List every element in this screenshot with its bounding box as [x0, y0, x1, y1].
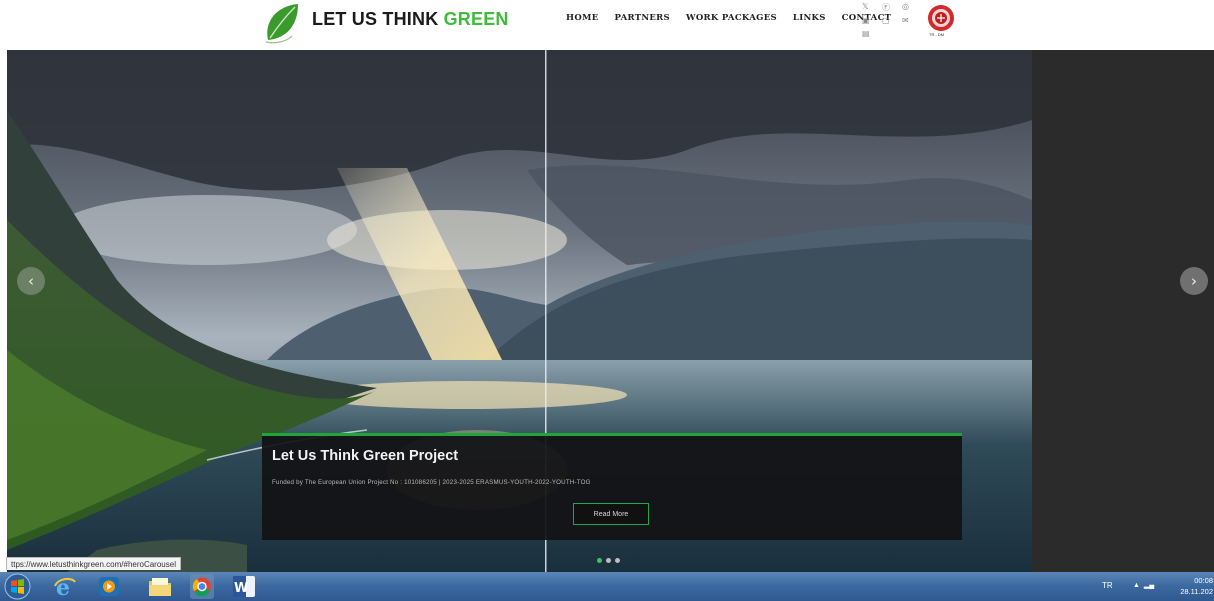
chevron-left-icon: ‹: [28, 272, 34, 290]
language-indicator[interactable]: TR: [1102, 581, 1113, 590]
twitter-icon[interactable]: 𝕏: [862, 2, 868, 11]
caption-text: Funded by The European Union Project No …: [272, 479, 591, 486]
nav-partners[interactable]: PARTNERS: [615, 13, 670, 23]
chrome-icon[interactable]: [189, 574, 215, 599]
carousel-dot-3[interactable]: [615, 558, 620, 563]
carousel-dot-2[interactable]: [606, 558, 611, 563]
nav-home[interactable]: HOME: [566, 13, 599, 23]
carousel-next-button[interactable]: ›: [1180, 267, 1208, 295]
youtube-icon[interactable]: ▤: [862, 29, 870, 38]
social-links: 𝕏 Ⓕ ◎ ▣ ▢ ✉ ▤: [858, 2, 918, 42]
media-player-icon[interactable]: [96, 574, 122, 599]
internet-explorer-icon[interactable]: e: [52, 574, 78, 599]
brand-text-green: GREEN: [443, 9, 509, 29]
chevron-right-icon: ›: [1191, 272, 1197, 290]
site-brand[interactable]: LET US THINK GREEN: [312, 9, 509, 30]
nav-links[interactable]: LINKS: [793, 13, 826, 23]
show-hidden-icons-icon[interactable]: ▲: [1133, 582, 1140, 589]
instagram-icon[interactable]: ◎: [902, 2, 909, 11]
hero-caption: Let Us Think Green Project Funded by The…: [262, 433, 962, 540]
site-header: LET US THINK GREEN HOME PARTNERS WORK PA…: [0, 0, 1214, 48]
file-explorer-icon[interactable]: [147, 574, 173, 599]
caption-title: Let Us Think Green Project: [272, 448, 459, 464]
windows-start-icon[interactable]: [4, 573, 31, 600]
facebook-icon[interactable]: Ⓕ: [882, 2, 890, 13]
carousel-dot-1[interactable]: [597, 558, 602, 563]
read-more-button[interactable]: Read More: [573, 503, 649, 525]
carousel-indicators: [597, 558, 620, 563]
clock-time: 00:08: [1194, 576, 1213, 585]
svg-text:W: W: [234, 581, 248, 596]
tray-icons[interactable]: ▲ ▂▄: [1133, 581, 1154, 589]
main-nav: HOME PARTNERS WORK PACKAGES LINKS CONTAC…: [566, 13, 891, 23]
clock-date: 28.11.202: [1180, 587, 1213, 596]
hero-right-panel: [1032, 50, 1214, 572]
linkedin-icon[interactable]: ▣: [862, 16, 870, 25]
emblem-caption: TR - DM: [929, 32, 945, 37]
word-icon[interactable]: W: [231, 574, 257, 599]
email-icon[interactable]: ✉: [902, 16, 909, 25]
brand-text: LET US THINK: [312, 9, 444, 29]
google-icon[interactable]: ▢: [882, 16, 890, 25]
browser-status-url: ttps://www.letusthinkgreen.com/#heroCaro…: [6, 557, 181, 570]
carousel-prev-button[interactable]: ‹: [17, 267, 45, 295]
clock[interactable]: 00:08 28.11.202: [1177, 575, 1213, 597]
leaf-logo-icon[interactable]: [262, 2, 302, 44]
windows-taskbar: e W TR ▲ ▂▄ 00:08 28.11.202: [0, 572, 1214, 601]
hero-left-edge: [0, 50, 7, 572]
network-signal-icon[interactable]: ▂▄: [1144, 582, 1154, 589]
nav-work-packages[interactable]: WORK PACKAGES: [686, 13, 777, 23]
